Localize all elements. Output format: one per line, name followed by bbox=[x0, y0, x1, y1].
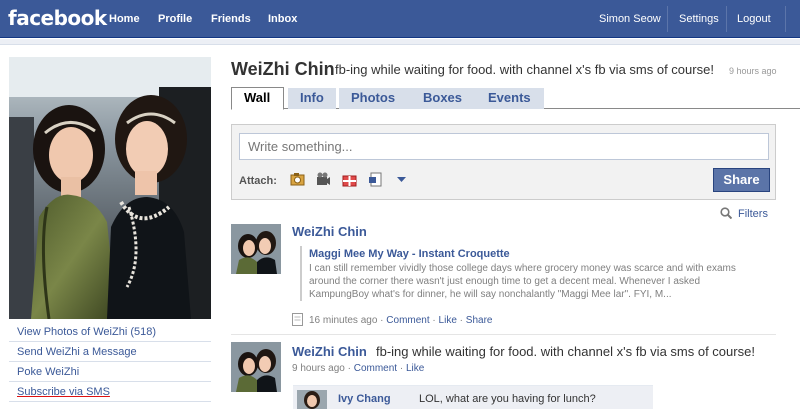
profile-actions-list: View Photos of WeiZhi (518) Send WeiZhi … bbox=[9, 322, 211, 402]
photo-icon[interactable] bbox=[290, 172, 305, 187]
top-nav-bar: facebook Home Profile Friends Inbox Simo… bbox=[0, 0, 800, 38]
nav-user-name[interactable]: Simon Seow bbox=[599, 13, 661, 25]
nav-divider bbox=[785, 6, 786, 32]
story-text: fb-ing while waiting for food. with chan… bbox=[376, 344, 755, 359]
story-author-name[interactable]: WeiZhi Chin bbox=[292, 344, 367, 359]
share-button[interactable]: Share bbox=[713, 168, 770, 192]
attachment-title[interactable]: Maggi Mee My Way - Instant Croquette bbox=[309, 246, 775, 262]
dropdown-arrow-icon[interactable] bbox=[394, 172, 409, 187]
story-timestamp: 9 hours ago bbox=[292, 363, 345, 374]
story-meta: 16 minutes ago · Comment · Like · Share bbox=[292, 313, 492, 326]
status-timestamp: 9 hours ago bbox=[729, 66, 777, 76]
filters-link[interactable]: Filters bbox=[720, 207, 768, 220]
sub-header-strip bbox=[0, 39, 800, 45]
poke-link[interactable]: Poke WeiZhi bbox=[9, 362, 211, 382]
attachment-description-line: around the corner there wasn't just enou… bbox=[309, 276, 701, 287]
story-meta: 9 hours ago · Comment · Like bbox=[292, 363, 425, 374]
nav-divider bbox=[667, 6, 668, 32]
profile-name: WeiZhi Chin bbox=[231, 59, 335, 79]
attachment-description-line: I can still remember vividly those colle… bbox=[309, 263, 736, 274]
view-photos-link[interactable]: View Photos of WeiZhi (518) bbox=[9, 322, 211, 342]
tab-info[interactable]: Info bbox=[288, 88, 336, 109]
shared-link-attachment: Maggi Mee My Way - Instant Croquette I c… bbox=[300, 246, 775, 301]
commenter-name[interactable]: Ivy Chang bbox=[338, 393, 391, 405]
share-link[interactable]: Share bbox=[466, 315, 493, 326]
nav-profile[interactable]: Profile bbox=[158, 13, 192, 25]
send-message-link[interactable]: Send WeiZhi a Message bbox=[9, 342, 211, 362]
comment-link[interactable]: Comment bbox=[386, 315, 429, 326]
like-link[interactable]: Like bbox=[439, 315, 457, 326]
nav-settings[interactable]: Settings bbox=[679, 13, 719, 25]
nav-divider bbox=[726, 6, 727, 32]
profile-photo-illustration bbox=[9, 57, 211, 319]
profile-tabs: Wall Info Photos Boxes Events bbox=[231, 85, 800, 110]
profile-status: fb-ing while waiting for food. with chan… bbox=[335, 62, 714, 77]
note-icon bbox=[292, 313, 303, 326]
nav-friends[interactable]: Friends bbox=[211, 13, 251, 25]
attachment-description-line: KampungBoy what's for dinner, he will sa… bbox=[309, 289, 672, 300]
tab-wall[interactable]: Wall bbox=[231, 87, 284, 110]
nav-logout[interactable]: Logout bbox=[737, 13, 771, 25]
comment-link[interactable]: Comment bbox=[354, 363, 397, 374]
story-timestamp: 16 minutes ago bbox=[309, 315, 378, 326]
attach-label: Attach: bbox=[239, 175, 277, 187]
tab-photos[interactable]: Photos bbox=[339, 88, 414, 109]
link-icon[interactable] bbox=[368, 172, 383, 187]
wall-publisher: Write something... Attach: Share bbox=[231, 124, 776, 200]
story-author-thumbnail[interactable] bbox=[231, 224, 281, 274]
story-author-name[interactable]: WeiZhi Chin bbox=[292, 224, 367, 239]
write-something-input[interactable]: Write something... bbox=[239, 133, 769, 160]
filters-label: Filters bbox=[738, 208, 768, 220]
comment-text: LOL, what are you having for lunch? bbox=[419, 393, 596, 405]
story-divider bbox=[231, 334, 776, 335]
nav-inbox[interactable]: Inbox bbox=[268, 13, 297, 25]
tab-boxes[interactable]: Boxes bbox=[411, 88, 477, 109]
nav-home[interactable]: Home bbox=[109, 13, 140, 25]
like-link[interactable]: Like bbox=[406, 363, 424, 374]
magnifier-icon bbox=[720, 207, 733, 220]
video-icon[interactable] bbox=[316, 172, 331, 187]
commenter-avatar[interactable] bbox=[297, 390, 327, 409]
subscribe-sms-link[interactable]: Subscribe via SMS bbox=[9, 382, 211, 402]
tab-events[interactable]: Events bbox=[476, 88, 544, 109]
profile-picture[interactable] bbox=[9, 57, 211, 319]
comment-item: Ivy Chang LOL, what are you having for l… bbox=[293, 385, 653, 409]
facebook-logo[interactable]: facebook bbox=[8, 6, 107, 30]
story-author-thumbnail[interactable] bbox=[231, 342, 281, 392]
gift-icon[interactable] bbox=[342, 172, 357, 187]
